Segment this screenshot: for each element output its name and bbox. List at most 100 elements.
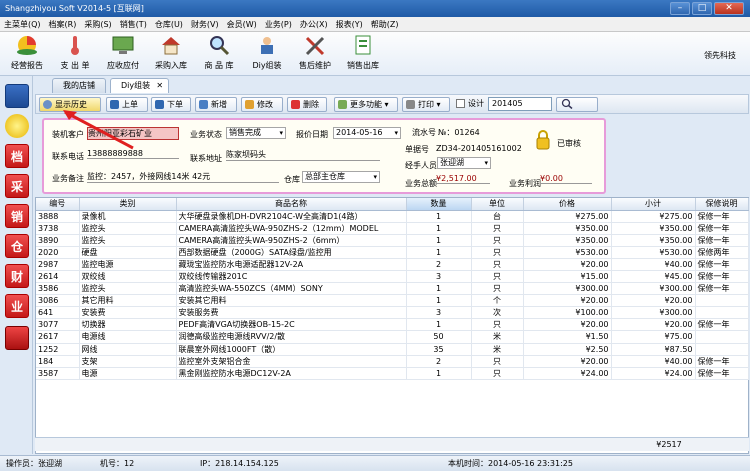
magnifier-icon xyxy=(210,36,230,56)
menu-sales[interactable]: 销售(T) xyxy=(116,19,151,30)
sidebar-sales-icon[interactable]: 销 xyxy=(5,204,29,228)
tab-my-store[interactable]: 我的店铺 xyxy=(52,78,106,93)
menu-member[interactable]: 会员(W) xyxy=(223,19,261,30)
company-name: 领先科技 xyxy=(704,51,736,60)
purchase-in-button[interactable]: 采购入库 xyxy=(148,34,194,74)
menu-bar: 主菜单(Q) 档案(R) 采购(S) 销售(T) 仓库(U) 财务(V) 会员(… xyxy=(0,17,750,32)
aftersales-button[interactable]: 售后维护 xyxy=(292,34,338,74)
close-button[interactable]: ✕ xyxy=(714,2,744,15)
table-row[interactable]: 2020 硬盘 西部数据硬盘（2000G）SATA绿盘/监控用 1 只 ¥530.00 ¥5… xyxy=(36,246,749,259)
table-row[interactable]: 3586 监控头 高清监控头WA-550ZCS（4MM）SONY 1 只 ¥300.00 ¥… xyxy=(36,282,749,296)
document-icon xyxy=(355,35,371,55)
sidebar-finance-icon[interactable]: 财 xyxy=(5,264,29,288)
handler-select[interactable]: 张迎湖 xyxy=(437,157,491,169)
design-checkbox[interactable] xyxy=(456,99,465,108)
items-table: 编号 类别 商品名称 数量 单位 价格 小计 保修说明 3888 录像机 大华硬盘录… xyxy=(36,198,749,380)
product-library-button[interactable]: 商 品 库 xyxy=(196,34,242,74)
header-price[interactable]: 价格 xyxy=(523,198,612,211)
sidebar-exit-icon[interactable] xyxy=(5,326,29,350)
table-row[interactable]: 3738 监控头 CAMERA高清监控头WA-950ZHS-2（12mm）MODEL… xyxy=(36,222,749,235)
menu-business[interactable]: 业务(P) xyxy=(261,19,296,30)
menu-warehouse[interactable]: 仓库(U) xyxy=(151,19,187,30)
sidebar-flag-icon[interactable] xyxy=(5,84,29,108)
pencil-icon xyxy=(245,100,254,109)
sidebar-bulb-icon[interactable] xyxy=(5,114,29,138)
table-row[interactable]: 3888 录像机 大华硬盘录像机DH-DVR2104C-W全高清D1(4路） 1 台 ¥2… xyxy=(36,210,749,223)
header-quantity[interactable]: 数量 xyxy=(406,198,472,211)
search-button[interactable] xyxy=(556,97,598,112)
table-row[interactable]: 641 安装费 安装服务费 3 次 ¥100.00 ¥300.00 xyxy=(36,306,749,320)
delete-button[interactable]: 删除 xyxy=(287,97,327,112)
report-button[interactable]: 经营报告 xyxy=(4,34,50,74)
more-functions-button[interactable]: 更多功能 ▾ xyxy=(334,97,398,112)
phone-field[interactable]: 13888889888 xyxy=(87,149,179,159)
diy-assembly-button[interactable]: Diy组装 xyxy=(244,34,290,74)
receivable-button[interactable]: 应收应付 xyxy=(100,34,146,74)
status-bar: 操作员：张迎湖 机号：12 IP：218.14.154.125 本机时间：201… xyxy=(0,455,750,471)
maximize-button[interactable]: □ xyxy=(692,2,712,15)
new-button[interactable]: 新增 xyxy=(195,97,237,112)
main-toolbar: 经营报告 支 出 单 应收应付 采购入库 商 品 库 Diy组装 售后维护 销售… xyxy=(0,32,750,76)
action-bar: 显示历史 上单 下单 新增 修改 删除 更多功能 ▾ 打印 ▾ 设计 20140… xyxy=(35,94,749,114)
printer-icon xyxy=(406,100,415,109)
items-grid: 编号 类别 商品名称 数量 单位 价格 小计 保修说明 3888 录像机 大华硬盘录… xyxy=(35,197,749,454)
warehouse-select[interactable]: 总部主仓库 xyxy=(302,171,380,183)
table-row[interactable]: 3086 其它用料 安装其它用料 1 个 ¥20.00 ¥20.00 xyxy=(36,294,749,308)
menu-main[interactable]: 主菜单(Q) xyxy=(0,19,45,30)
sidebar-archive-icon[interactable]: 档 xyxy=(5,144,29,168)
worker-icon xyxy=(261,37,273,54)
header-warranty[interactable]: 保修说明 xyxy=(695,198,749,211)
header-code[interactable]: 编号 xyxy=(36,198,80,211)
header-name[interactable]: 商品名称 xyxy=(176,198,407,211)
customer-field[interactable]: 贵州阳亚彩石矿业 xyxy=(87,127,179,140)
previous-button[interactable]: 上单 xyxy=(106,97,148,112)
header-subtotal[interactable]: 小计 xyxy=(611,198,696,211)
table-row[interactable]: 3077 切换器 PEDF高清VGA切换器OB-15-2C 1 只 ¥20.00 ¥20.0… xyxy=(36,318,749,332)
print-button[interactable]: 打印 ▾ xyxy=(402,97,450,112)
tools-icon xyxy=(305,36,325,56)
date-picker[interactable]: 2014-05-16 xyxy=(333,127,401,139)
title-bar: Shangzhiyou Soft V2014-5 [互联网] – □ ✕ xyxy=(0,0,750,17)
save-icon xyxy=(199,100,208,109)
note-field[interactable]: 监控：2457，外接网线14米 42元 xyxy=(87,171,279,183)
sidebar-business-icon[interactable]: 业 xyxy=(5,294,29,318)
grand-total-bar: ¥2517 xyxy=(35,437,749,451)
menu-archive[interactable]: 档案(R) xyxy=(45,19,81,30)
menu-finance[interactable]: 财务(V) xyxy=(187,19,223,30)
tab-diy[interactable]: Diy组装 ✕ xyxy=(110,78,170,93)
next-button[interactable]: 下单 xyxy=(151,97,191,112)
history-icon xyxy=(43,100,52,109)
status-select[interactable]: 销售完成 xyxy=(226,127,286,139)
table-row[interactable]: 3890 监控头 CAMERA高清监控头WA-950ZHS-2（6mm） 1 只 ¥350… xyxy=(36,234,749,247)
menu-purchase[interactable]: 采购(S) xyxy=(80,19,115,30)
expense-button[interactable]: 支 出 单 xyxy=(52,34,98,74)
sales-out-button[interactable]: 销售出库 xyxy=(340,34,386,74)
tab-close-icon[interactable]: ✕ xyxy=(156,79,163,93)
sidebar-warehouse-icon[interactable]: 仓 xyxy=(5,234,29,258)
menu-help[interactable]: 帮助(Z) xyxy=(367,19,403,30)
design-label: 设计 xyxy=(468,99,484,108)
table-row[interactable]: 2614 双绞线 双绞线传输器201C 3 只 ¥15.00 ¥45.00 保修一年 xyxy=(36,270,749,284)
header-category[interactable]: 类别 xyxy=(79,198,177,211)
arrow-left-icon xyxy=(110,100,119,109)
more-icon xyxy=(338,100,347,109)
profit-amount: ¥0.00 xyxy=(540,174,592,184)
sidebar-purchase-icon[interactable]: 采 xyxy=(5,174,29,198)
search-input[interactable]: 201405 xyxy=(488,97,552,111)
table-row[interactable]: 2987 监控电源 藏珑宝监控防水电源适配器12V-2A 2 只 ¥20.00 ¥40.00… xyxy=(36,258,749,271)
search-icon xyxy=(561,98,573,110)
menu-office[interactable]: 办公(X) xyxy=(296,19,332,30)
left-sidebar: 档 采 销 仓 财 业 xyxy=(0,76,33,454)
menu-report[interactable]: 报表(Y) xyxy=(332,19,367,30)
table-row[interactable]: 1252 网线 联晨室外网线1000FT（散） 35 米 ¥2.50 ¥87.50 xyxy=(36,343,749,356)
total-amount: ¥2,517.00 xyxy=(436,174,490,184)
pie-chart-icon xyxy=(17,36,37,55)
address-field[interactable]: 陈家坝码头 xyxy=(226,149,380,161)
table-row[interactable]: 184 支架 监控室外支架铝合金 2 只 ¥20.00 ¥40.00 保修一年 xyxy=(36,355,749,368)
table-row[interactable]: 2617 电源线 润德高级监控电源线RVV/2/散 50 米 ¥1.50 ¥75.00 xyxy=(36,330,749,344)
header-unit[interactable]: 单位 xyxy=(471,198,524,211)
table-row[interactable]: 3587 电源 黑金刚监控防水电源DC12V-2A 1 只 ¥24.00 ¥24.00 保修一… xyxy=(36,367,749,380)
minimize-button[interactable]: – xyxy=(670,2,690,15)
show-history-button[interactable]: 显示历史 xyxy=(39,97,101,112)
edit-button[interactable]: 修改 xyxy=(241,97,283,112)
